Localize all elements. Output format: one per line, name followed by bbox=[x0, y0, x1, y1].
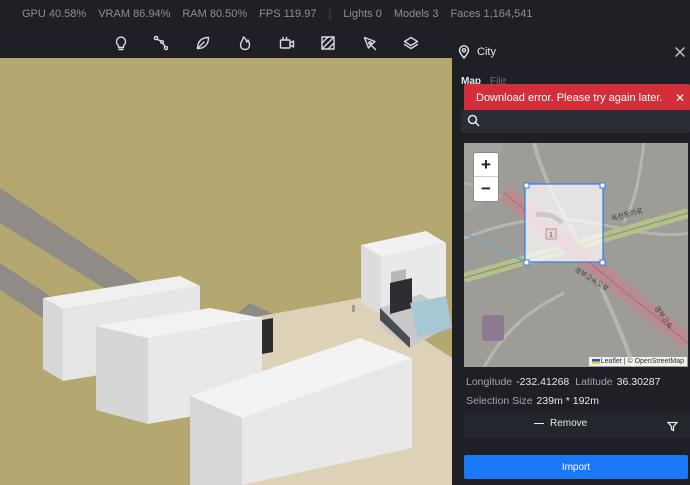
selection-size-label: Selection Size bbox=[466, 395, 533, 407]
remove-row: Remove bbox=[464, 413, 690, 438]
dismiss-error-icon[interactable]: ✕ bbox=[670, 91, 690, 105]
search-input[interactable] bbox=[485, 113, 685, 130]
node-connect-icon[interactable] bbox=[149, 31, 173, 55]
search-box bbox=[461, 110, 690, 133]
search-icon bbox=[467, 114, 481, 128]
lights-stat: Lights 0 bbox=[343, 8, 382, 20]
map-view[interactable]: 1 옥천동이로 경부고속도로 경부고속 + − Leaflet | © Open… bbox=[464, 143, 688, 367]
error-message: Download error. Please try again later. bbox=[476, 91, 663, 104]
ukraine-flag-icon bbox=[591, 358, 600, 364]
flame-icon[interactable] bbox=[233, 31, 257, 55]
divider: | bbox=[328, 8, 332, 20]
latitude-value: 36.30287 bbox=[616, 376, 661, 388]
map-attribution[interactable]: Leaflet | © OpenStreetMap bbox=[588, 357, 687, 366]
coordinates-row: Longitude -232.41268 Latitude 36.30287 bbox=[466, 376, 690, 388]
fps-stat: FPS 119.97 bbox=[259, 8, 317, 20]
leaf-icon[interactable] bbox=[191, 31, 215, 55]
remove-label: Remove bbox=[550, 418, 588, 429]
faces-stat: Faces 1,164,541 bbox=[450, 8, 533, 20]
import-button[interactable]: Import bbox=[464, 455, 688, 479]
city-scene bbox=[0, 58, 452, 485]
layers-icon[interactable] bbox=[399, 31, 423, 55]
selection-size-row: Selection Size 239m * 192m bbox=[466, 395, 599, 407]
remove-button[interactable]: Remove bbox=[534, 418, 587, 429]
close-icon[interactable] bbox=[674, 45, 688, 59]
stats-bar: GPU 40.58% VRAM 86.94% RAM 80.50% FPS 11… bbox=[0, 0, 690, 28]
error-toast: Download error. Please try again later. … bbox=[464, 84, 690, 111]
minus-icon bbox=[534, 423, 544, 424]
latitude-label: Latitude bbox=[575, 376, 613, 388]
longitude-label: Longitude bbox=[466, 376, 513, 388]
map-marker-label: 1 bbox=[549, 232, 553, 239]
3d-viewport[interactable] bbox=[0, 58, 452, 485]
location-pin-icon bbox=[457, 45, 471, 60]
filter-icon[interactable] bbox=[666, 419, 679, 432]
gpu-stat: GPU 40.58% bbox=[22, 8, 87, 20]
pen-tool-icon[interactable] bbox=[358, 31, 382, 55]
zoom-out-button[interactable]: − bbox=[474, 177, 498, 201]
video-camera-icon[interactable] bbox=[275, 31, 299, 55]
zoom-in-button[interactable]: + bbox=[474, 153, 498, 177]
selection-size-value: 239m * 192m bbox=[536, 395, 599, 407]
vram-stat: VRAM 86.94% bbox=[98, 8, 171, 20]
ram-stat: RAM 80.50% bbox=[182, 8, 248, 20]
light-bulb-icon[interactable] bbox=[109, 31, 133, 55]
map-zoom-control: + − bbox=[474, 153, 498, 201]
panel-title: City bbox=[477, 46, 496, 58]
attribution-text: Leaflet | © OpenStreetMap bbox=[600, 358, 684, 365]
city-panel: City Map File Download error. Please try… bbox=[452, 41, 690, 485]
models-stat: Models 3 bbox=[393, 8, 439, 20]
texture-icon[interactable] bbox=[316, 31, 340, 55]
longitude-value: -232.41268 bbox=[516, 376, 570, 388]
panel-header: City bbox=[452, 41, 690, 65]
